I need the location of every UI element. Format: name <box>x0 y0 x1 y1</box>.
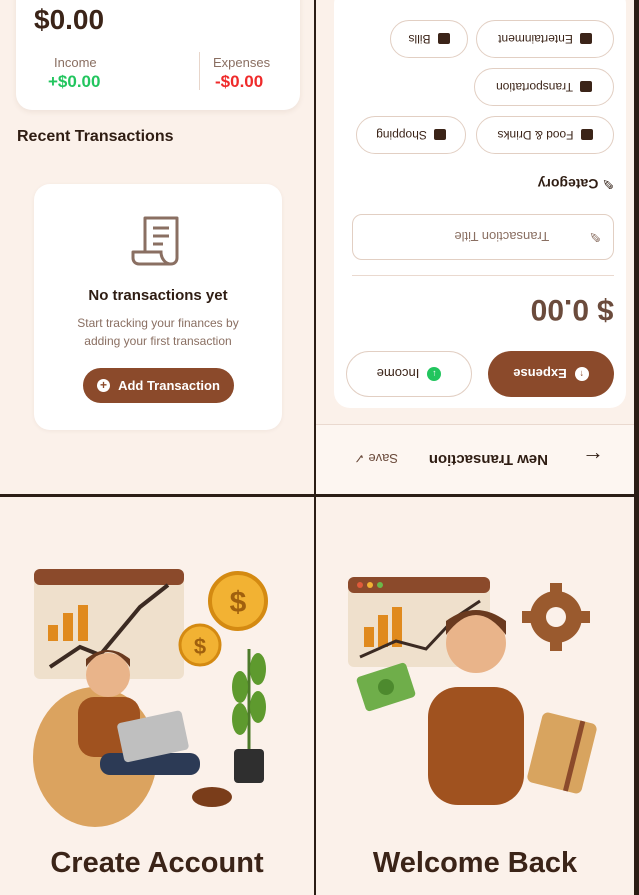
category-food-drinks[interactable]: Food & Drinks <box>476 116 614 154</box>
rotated-form: ← New Transaction Save ✓ ↑ Expense ↓ Inc… <box>316 0 634 494</box>
amount-input[interactable]: $ 0.00 <box>531 292 614 326</box>
create-account-heading: Create Account <box>50 847 264 879</box>
title-placeholder: Transaction Title <box>454 229 550 245</box>
welcome-back-screen: Welcome Back <box>316 497 634 895</box>
receipt-icon <box>131 216 179 266</box>
add-transaction-label: Add Transaction <box>118 378 220 393</box>
income-value: +$0.00 <box>48 72 101 91</box>
home-screen: $0.00 Income +$0.00 Expenses -$0.00 Rece… <box>0 0 314 494</box>
empty-subtitle: Start tracking your finances by adding y… <box>77 316 239 348</box>
category-chip-label: Bills <box>408 32 431 46</box>
empty-state-card: No transactions yet Start tracking your … <box>34 184 282 430</box>
category-bills[interactable]: Bills <box>390 20 468 58</box>
back-arrow-icon[interactable]: ← <box>582 446 604 472</box>
new-transaction-screen: ← New Transaction Save ✓ ↑ Expense ↓ Inc… <box>316 0 634 494</box>
add-transaction-button[interactable]: + Add Transaction <box>83 368 234 403</box>
balance-amount: $0.00 <box>34 4 105 35</box>
transaction-form: ↑ Expense ↓ Income $ 0.00 ✎ Transaction … <box>334 0 626 408</box>
category-entertainment[interactable]: Entertainment <box>476 20 614 58</box>
page-title: New Transaction <box>428 451 548 468</box>
check-icon: ✓ <box>353 451 365 466</box>
divider <box>199 52 200 90</box>
expense-toggle[interactable]: ↑ Expense <box>488 351 614 397</box>
expenses-value: -$0.00 <box>215 72 264 91</box>
pencil-icon: ✎ <box>602 176 614 192</box>
arrow-down-icon: ↓ <box>427 367 442 381</box>
welcome-illustration <box>348 577 597 805</box>
category-chip-label: Entertainment <box>498 32 573 46</box>
category-shopping[interactable]: Shopping <box>356 116 466 154</box>
finance-illustration: $ $ <box>33 569 268 827</box>
save-button[interactable]: Save ✓ <box>354 450 398 466</box>
category-transportation[interactable]: Transportation <box>474 68 614 106</box>
category-chip-label: Transportation <box>496 80 573 94</box>
income-label: Income <box>54 55 97 70</box>
food-icon <box>580 129 593 141</box>
category-label: Category <box>537 176 599 192</box>
divider <box>352 275 614 276</box>
empty-title: No transactions yet <box>88 287 228 304</box>
income-label: Income <box>376 366 420 382</box>
balance-card: $0.00 Income +$0.00 Expenses -$0.00 <box>16 0 300 110</box>
save-label: Save <box>368 451 398 466</box>
expense-label: Expense <box>513 366 567 382</box>
arrow-up-icon: ↑ <box>574 367 589 381</box>
transaction-title-input[interactable]: ✎ Transaction Title <box>352 214 614 260</box>
plus-icon: + <box>97 379 111 392</box>
create-account-screen: $ $ Create Account <box>0 497 314 895</box>
expenses-label: Expenses <box>213 55 271 70</box>
svg-text:$: $ <box>230 586 247 619</box>
shopping-cart-icon <box>433 129 446 141</box>
category-chip-label: Food & Drinks <box>497 128 574 142</box>
header-bar: ← New Transaction Save ✓ <box>316 424 634 494</box>
welcome-back-heading: Welcome Back <box>372 847 578 879</box>
income-toggle[interactable]: ↓ Income <box>346 351 472 397</box>
film-icon <box>579 33 592 45</box>
car-icon <box>579 81 592 93</box>
bill-icon <box>437 33 450 45</box>
recent-transactions-title: Recent Transactions <box>17 128 174 145</box>
category-heading: ✎ Category <box>538 175 614 192</box>
edit-icon: ✎ <box>589 229 601 246</box>
category-chip-label: Shopping <box>376 128 427 142</box>
svg-text:$: $ <box>194 634 206 659</box>
